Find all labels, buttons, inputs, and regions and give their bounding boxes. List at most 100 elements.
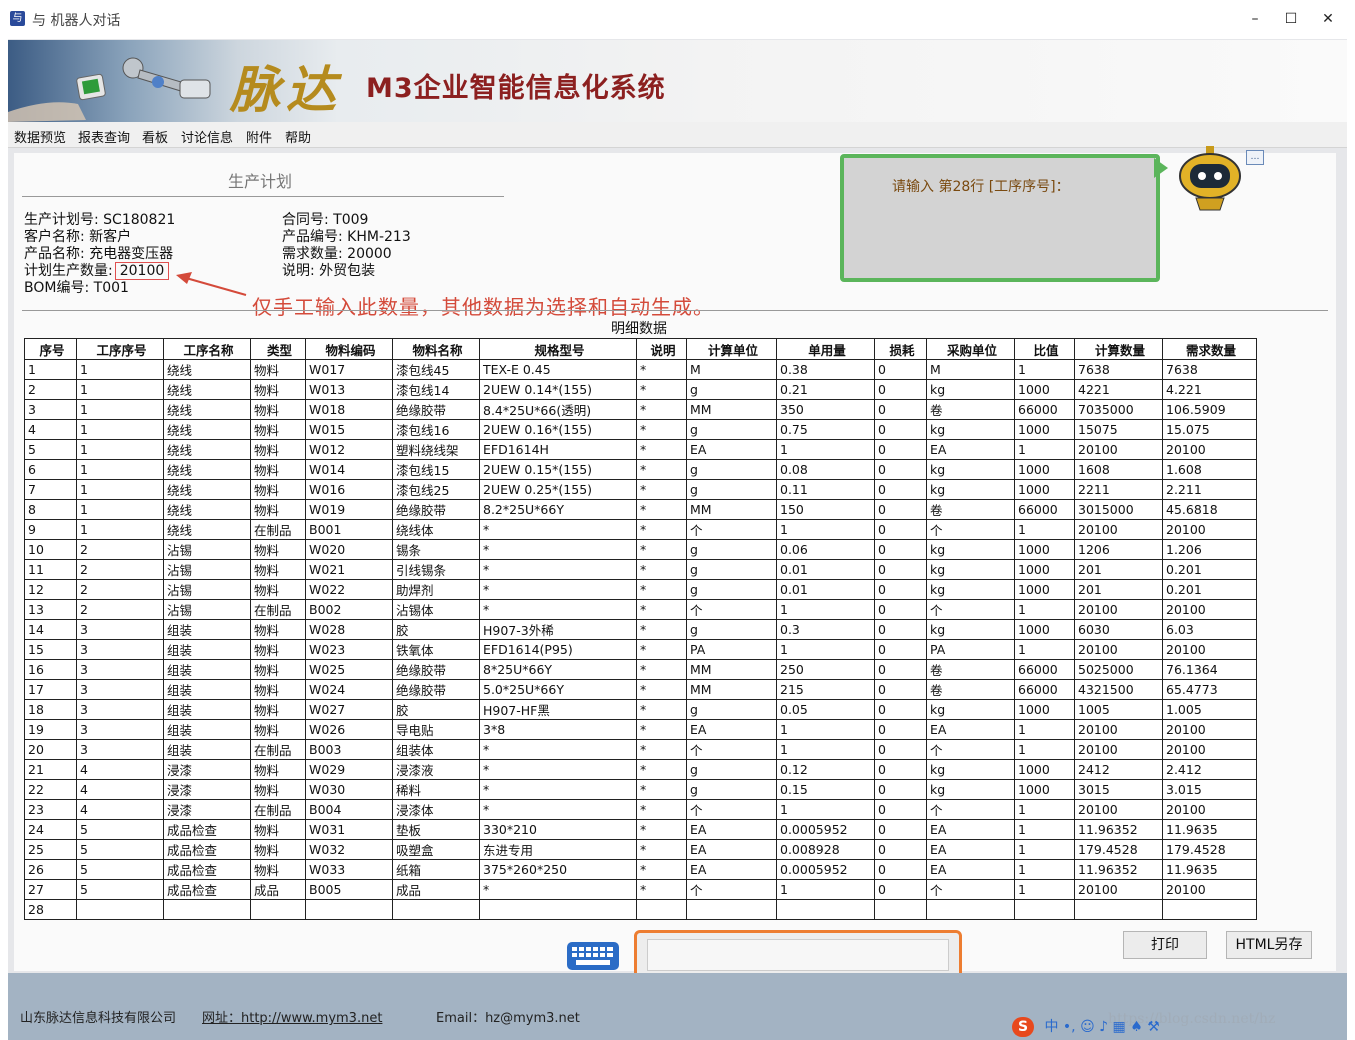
table-cell[interactable]: 2UEW 0.25*(155) <box>479 479 637 500</box>
table-cell[interactable]: EA <box>686 439 777 460</box>
table-cell[interactable]: 绕线 <box>163 519 251 540</box>
table-cell[interactable]: 在制品 <box>250 519 306 540</box>
table-cell[interactable]: 成品 <box>392 879 480 900</box>
table-cell[interactable]: 成品 <box>250 879 306 900</box>
table-cell[interactable]: 0 <box>874 599 927 620</box>
table-cell[interactable]: 导电贴 <box>392 719 480 740</box>
table-cell[interactable]: 绕线 <box>163 499 251 520</box>
table-cell[interactable]: 1 <box>776 439 875 460</box>
table-cell[interactable]: 0 <box>874 839 927 860</box>
table-cell[interactable]: W013 <box>305 379 393 400</box>
table-cell[interactable]: 2211 <box>1074 479 1163 500</box>
table-cell[interactable]: W012 <box>305 439 393 460</box>
table-cell[interactable]: * <box>636 799 687 820</box>
table-cell[interactable]: 8 <box>24 499 77 520</box>
table-cell[interactable]: H907-HF黑 <box>479 699 637 720</box>
table-cell[interactable]: W021 <box>305 559 393 580</box>
table-cell[interactable]: 引线锡条 <box>392 559 480 580</box>
table-cell[interactable]: 1 <box>1014 599 1075 620</box>
table-cell[interactable]: 5 <box>76 859 164 880</box>
ime-mode-toggle[interactable]: 中 <box>1044 1019 1058 1035</box>
table-cell[interactable]: 2.211 <box>1162 479 1257 500</box>
table-cell[interactable] <box>1162 899 1257 920</box>
maximize-button[interactable]: ☐ <box>1276 8 1306 30</box>
table-cell[interactable]: W028 <box>305 619 393 640</box>
table-cell[interactable]: 1 <box>1014 839 1075 860</box>
table-cell[interactable] <box>636 899 687 920</box>
table-cell[interactable]: 0.06 <box>776 539 875 560</box>
table-cell[interactable]: 绝缘胶带 <box>392 399 480 420</box>
menu-attachments[interactable]: 附件 <box>246 127 272 146</box>
table-cell[interactable]: MM <box>686 659 777 680</box>
table-cell[interactable]: 个 <box>686 519 777 540</box>
table-cell[interactable]: 稀料 <box>392 779 480 800</box>
footer-website-link[interactable]: 网址：http://www.mym3.net <box>202 1007 382 1026</box>
table-cell[interactable]: 1 <box>76 399 164 420</box>
table-cell[interactable]: g <box>686 779 777 800</box>
table-cell[interactable]: EA <box>926 819 1015 840</box>
table-cell[interactable]: 1.005 <box>1162 699 1257 720</box>
table-cell[interactable]: 0 <box>874 559 927 580</box>
table-cell[interactable]: 8.2*25U*66Y <box>479 499 637 520</box>
chat-toggle-icon[interactable]: … <box>1246 150 1264 165</box>
table-cell[interactable]: 66000 <box>1014 499 1075 520</box>
table-cell[interactable]: W030 <box>305 779 393 800</box>
table-cell[interactable]: 19 <box>24 719 77 740</box>
table-cell[interactable]: 1 <box>776 719 875 740</box>
punctuation-icon[interactable]: •, <box>1063 1019 1076 1035</box>
table-cell[interactable]: 0.3 <box>776 619 875 640</box>
table-cell[interactable]: 3 <box>76 619 164 640</box>
table-cell[interactable]: 0.12 <box>776 759 875 780</box>
table-cell[interactable]: 组装 <box>163 699 251 720</box>
table-cell[interactable]: kg <box>926 379 1015 400</box>
emoji-icon[interactable]: ☺ <box>1080 1019 1095 1035</box>
table-cell[interactable]: 4 <box>76 759 164 780</box>
table-cell[interactable]: 塑料绕线架 <box>392 439 480 460</box>
table-cell[interactable]: kg <box>926 779 1015 800</box>
table-cell[interactable]: EA <box>686 719 777 740</box>
table-cell[interactable]: * <box>479 879 637 900</box>
table-row[interactable]: 10 2 沾锡 物料 W020 锡条 * * g 0.06 0 kg 1000 1206 1.206 <box>24 539 1257 560</box>
table-cell[interactable]: 3 <box>76 639 164 660</box>
table-cell[interactable]: 个 <box>926 519 1015 540</box>
table-cell[interactable]: 1 <box>776 599 875 620</box>
table-cell[interactable]: 66000 <box>1014 659 1075 680</box>
table-cell[interactable]: g <box>686 559 777 580</box>
table-cell[interactable]: 20100 <box>1162 799 1257 820</box>
table-cell[interactable]: * <box>636 479 687 500</box>
table-cell[interactable]: 2 <box>24 379 77 400</box>
table-row[interactable]: 20 3 组装 在制品 B003 组装体 * * 个 1 0 个 1 20100 20100 <box>24 739 1257 760</box>
table-cell[interactable] <box>1014 899 1075 920</box>
table-cell[interactable]: 1000 <box>1014 419 1075 440</box>
table-cell[interactable]: 1 <box>24 359 77 380</box>
table-cell[interactable]: * <box>636 619 687 640</box>
table-cell[interactable]: EA <box>926 839 1015 860</box>
table-cell[interactable]: 物料 <box>250 859 306 880</box>
table-cell[interactable]: 24 <box>24 819 77 840</box>
table-cell[interactable] <box>686 899 777 920</box>
table-cell[interactable]: 卷 <box>926 399 1015 420</box>
table-cell[interactable]: 0.01 <box>776 579 875 600</box>
table-cell[interactable]: 1 <box>1014 439 1075 460</box>
table-cell[interactable]: * <box>636 779 687 800</box>
table-cell[interactable]: 375*260*250 <box>479 859 637 880</box>
table-cell[interactable]: 5 <box>76 819 164 840</box>
table-cell[interactable]: 4.221 <box>1162 379 1257 400</box>
table-row[interactable]: 8 1 绕线 物料 W019 绝缘胶带 8.2*25U*66Y * MM 150 0 卷 66000 30… <box>24 499 1257 520</box>
table-cell[interactable]: 1000 <box>1014 559 1075 580</box>
table-cell[interactable]: 绕线 <box>163 419 251 440</box>
table-cell[interactable]: * <box>636 359 687 380</box>
table-cell[interactable]: 绕线体 <box>392 519 480 540</box>
sogou-ime-icon[interactable]: S <box>1012 1017 1034 1037</box>
table-cell[interactable]: 物料 <box>250 639 306 660</box>
table-cell[interactable]: EA <box>926 859 1015 880</box>
table-cell[interactable]: 绕线 <box>163 439 251 460</box>
table-cell[interactable]: 1 <box>76 379 164 400</box>
table-cell[interactable]: 20100 <box>1074 639 1163 660</box>
table-row[interactable]: 2 1 绕线 物料 W013 漆包线14 2UEW 0.14*(155) * g 0.21 0 kg 1… <box>24 379 1257 400</box>
table-cell[interactable]: * <box>636 539 687 560</box>
table-cell[interactable]: 浸漆体 <box>392 799 480 820</box>
table-cell[interactable]: * <box>479 519 637 540</box>
table-cell[interactable]: 2.412 <box>1162 759 1257 780</box>
table-cell[interactable]: 胶 <box>392 619 480 640</box>
